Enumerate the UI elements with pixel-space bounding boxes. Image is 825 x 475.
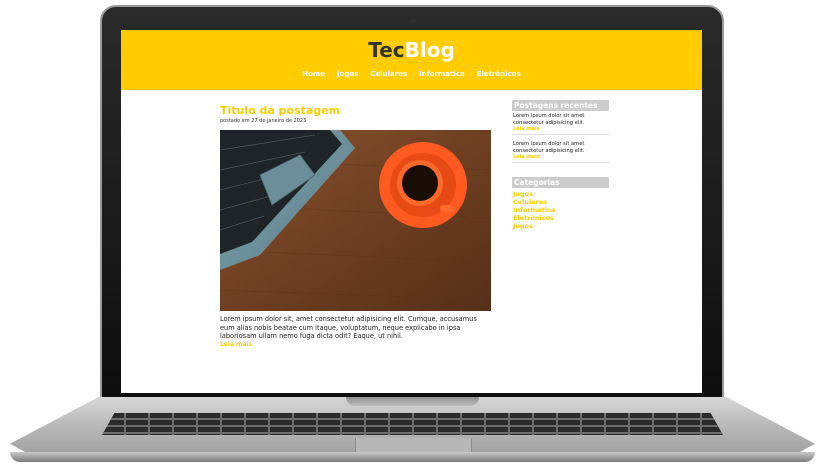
categories-list: Jogos Celulares Informatica Eletrônicos … [512, 188, 609, 232]
main-nav: Home Jogos Celulares Informatica Eletrôn… [121, 70, 702, 78]
post-content: Titulo da postagem postado em 27 de jane… [220, 104, 491, 348]
camera-icon [411, 18, 416, 23]
logo-part-blog: Blog [404, 38, 455, 62]
recent-post-read-more[interactable]: Leia mais [513, 154, 608, 160]
category-eletronicos[interactable]: Eletrônicos [513, 214, 608, 222]
nav-informatica[interactable]: Informatica [419, 70, 465, 78]
site-header: TecBlog Home Jogos Celulares Informatica… [121, 30, 702, 90]
nav-celulares[interactable]: Celulares [370, 70, 407, 78]
recent-post-read-more[interactable]: Leia mais [513, 126, 608, 132]
site-logo[interactable]: TecBlog [121, 38, 702, 62]
post-hero-image [220, 130, 491, 311]
laptop-base-edge [10, 452, 815, 462]
category-informatica[interactable]: Informatica [513, 206, 608, 214]
post-title[interactable]: Titulo da postagem [220, 104, 491, 117]
recent-post-text: Lorem ipsum dolor sit amet consectetur a… [513, 141, 585, 154]
laptop-keyboard [102, 413, 723, 435]
sidebar: Postagens recentes Lorem ipsum dolor sit… [512, 100, 609, 232]
recent-posts-heading: Postagens recentes [512, 100, 609, 111]
category-celulares[interactable]: Celulares [513, 198, 608, 206]
category-jogos[interactable]: Jogos [513, 190, 608, 198]
post-date: postado em 27 de janeiro de 2023 [220, 118, 307, 124]
logo-part-tec: Tec [368, 38, 405, 62]
nav-eletronicos[interactable]: Eletrônicos [477, 70, 521, 78]
nav-home[interactable]: Home [302, 70, 325, 78]
category-jogos[interactable]: Jogos [513, 222, 608, 230]
recent-post-item: Lorem ipsum dolor sit amet consectetur a… [512, 139, 609, 163]
nav-jogos[interactable]: Jogos [337, 70, 358, 78]
read-more-link[interactable]: Leia mais [220, 341, 491, 348]
categories-heading: Categorias [512, 177, 609, 188]
recent-post-item: Lorem ipsum dolor sit amet consectetur a… [512, 111, 609, 135]
post-excerpt: Lorem ipsum dolor sit, amet consectetur … [220, 315, 477, 340]
recent-post-text: Lorem ipsum dolor sit amet consectetur a… [513, 113, 585, 126]
laptop-screen: TecBlog Home Jogos Celulares Informatica… [121, 30, 702, 393]
laptop-hinge [346, 397, 479, 406]
